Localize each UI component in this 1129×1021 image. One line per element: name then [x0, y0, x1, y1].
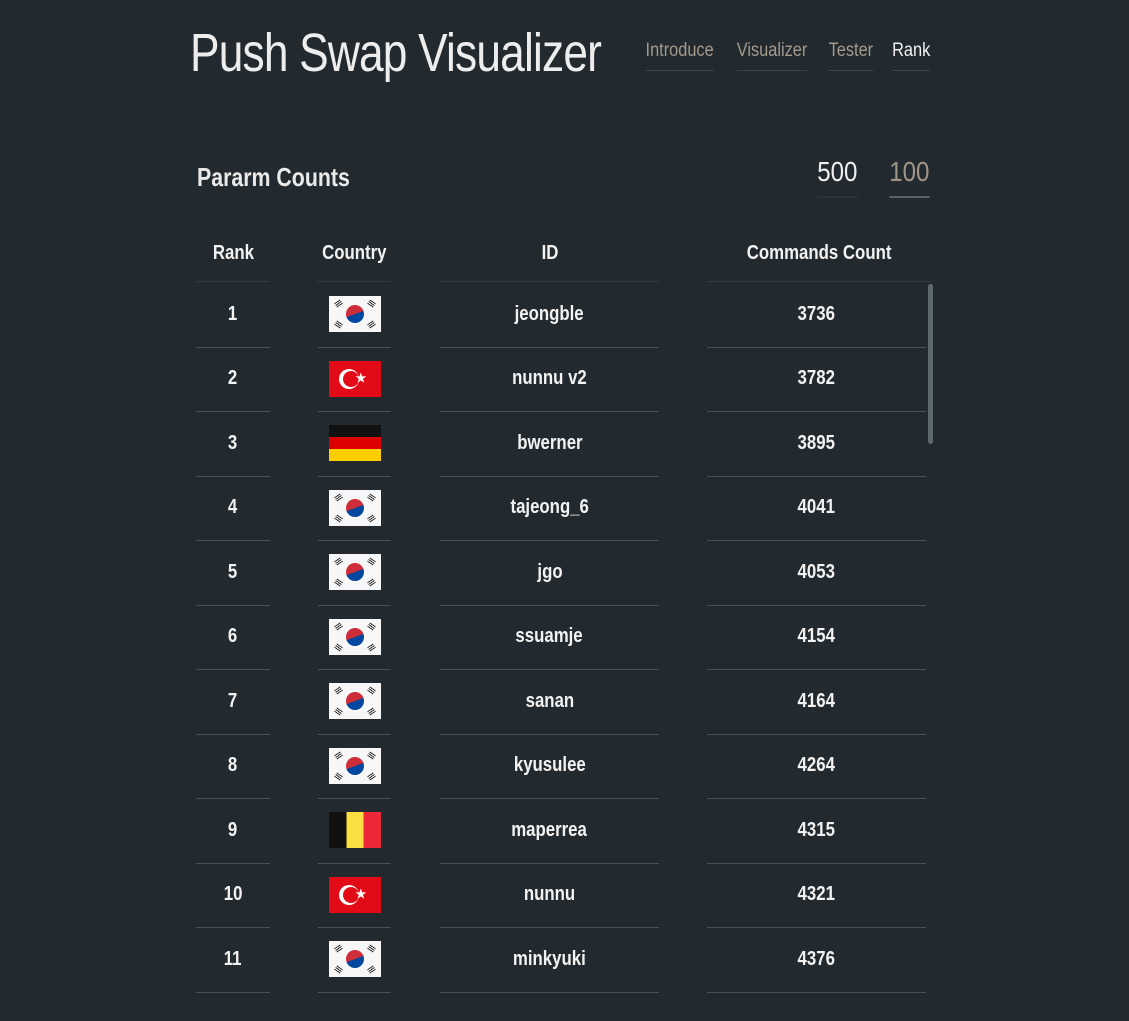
south-korea-flag-icon — [328, 941, 381, 978]
id-cell: jgo — [440, 540, 659, 606]
commands-count-cell: 4053 — [707, 540, 926, 606]
country-cell — [318, 927, 391, 993]
id-cell: nunnu — [440, 863, 659, 928]
id-cell: kyusulee — [440, 734, 659, 799]
turkey-flag-icon: ★ — [328, 360, 381, 397]
table-row[interactable]: 10 ★ nunnu 4321 — [196, 863, 931, 928]
rank-cell: 11 — [196, 927, 270, 993]
table-row[interactable]: 7 sanan 4164 — [196, 669, 931, 735]
rank-cell: 1 — [196, 282, 270, 348]
table-row[interactable]: 4 tajeong_6 4041 — [196, 476, 931, 541]
country-cell — [318, 411, 391, 477]
rank-cell: 2 — [196, 347, 270, 412]
rank-cell: 8 — [196, 734, 270, 799]
commands-count-cell: 4321 — [707, 863, 926, 928]
id-cell: tajeong_6 — [440, 476, 659, 541]
rank-table: Rank Country ID Commands Count 1 jeongble… — [196, 234, 931, 993]
nav-tester[interactable]: Tester — [828, 38, 874, 71]
header-rank[interactable]: Rank — [196, 234, 270, 282]
header-commands-count[interactable]: Commands Count — [707, 234, 931, 282]
id-cell: nunnu v2 — [440, 347, 659, 412]
rank-cell: 4 — [196, 476, 270, 541]
header-country[interactable]: Country — [318, 234, 391, 282]
commands-count-cell: 4376 — [707, 927, 926, 993]
country-cell: ★ — [318, 863, 391, 928]
id-cell: jeongble — [440, 282, 659, 348]
south-korea-flag-icon — [328, 296, 381, 333]
table-row[interactable]: 9 maperrea 4315 — [196, 798, 931, 864]
id-cell: maperrea — [440, 798, 659, 864]
table-row[interactable]: 6 ssuamje 4154 — [196, 605, 931, 670]
rank-cell: 3 — [196, 411, 270, 477]
section-title: Pararm Counts — [197, 162, 350, 192]
rank-cell: 7 — [196, 669, 270, 735]
south-korea-flag-icon — [328, 618, 381, 655]
nav-visualizer[interactable]: Visualizer — [736, 38, 808, 71]
id-cell: bwerner — [440, 411, 659, 477]
table-row[interactable]: 11 minkyuki 4376 — [196, 927, 931, 993]
south-korea-flag-icon — [328, 554, 381, 591]
commands-count-cell: 3895 — [707, 411, 926, 477]
commands-count-cell: 3782 — [707, 347, 926, 412]
table-row[interactable]: 2 ★ nunnu v2 3782 — [196, 347, 931, 412]
rank-cell: 9 — [196, 798, 270, 864]
commands-count-cell: 4154 — [707, 605, 926, 670]
country-cell — [318, 476, 391, 541]
country-cell — [318, 734, 391, 799]
belgium-flag-icon — [328, 812, 381, 849]
rank-cell: 6 — [196, 605, 270, 670]
header-id[interactable]: ID — [440, 234, 659, 282]
commands-count-cell: 4264 — [707, 734, 926, 799]
commands-count-cell: 4041 — [707, 476, 926, 541]
table-row[interactable]: 5 jgo 4053 — [196, 540, 931, 606]
table-row[interactable]: 1 jeongble 3736 — [196, 282, 931, 348]
country-cell — [318, 669, 391, 735]
id-cell: sanan — [440, 669, 659, 735]
south-korea-flag-icon — [328, 489, 381, 526]
turkey-flag-icon: ★ — [328, 876, 381, 913]
param-100-button[interactable]: 100 — [889, 156, 930, 198]
country-cell — [318, 540, 391, 606]
country-cell — [318, 282, 391, 348]
country-cell: ★ — [318, 347, 391, 412]
param-500-button[interactable]: 500 — [816, 156, 858, 198]
rank-cell: 5 — [196, 540, 270, 606]
page-title: Push Swap Visualizer — [190, 23, 602, 83]
commands-count-cell: 4164 — [707, 669, 926, 735]
id-cell: minkyuki — [440, 927, 659, 993]
param-count-toggle: 500 100 — [814, 156, 933, 198]
table-body: 1 jeongble 3736 2 ★ nunnu v2 3782 3 bwerner 3895 4… — [196, 282, 931, 993]
germany-flag-icon — [328, 425, 381, 462]
table-header: Rank Country ID Commands Count — [196, 234, 931, 282]
table-scrollbar[interactable] — [928, 284, 933, 444]
top-nav: Introduce Visualizer Tester Rank — [640, 38, 933, 71]
rank-cell: 10 — [196, 863, 270, 928]
commands-count-cell: 4315 — [707, 798, 926, 864]
table-row[interactable]: 3 bwerner 3895 — [196, 411, 931, 477]
id-cell: ssuamje — [440, 605, 659, 670]
nav-rank[interactable]: Rank — [891, 38, 930, 71]
table-row[interactable]: 8 kyusulee 4264 — [196, 734, 931, 799]
south-korea-flag-icon — [328, 683, 381, 720]
country-cell — [318, 798, 391, 864]
commands-count-cell: 3736 — [707, 282, 926, 348]
south-korea-flag-icon — [328, 747, 381, 784]
nav-introduce[interactable]: Introduce — [645, 38, 714, 71]
country-cell — [318, 605, 391, 670]
